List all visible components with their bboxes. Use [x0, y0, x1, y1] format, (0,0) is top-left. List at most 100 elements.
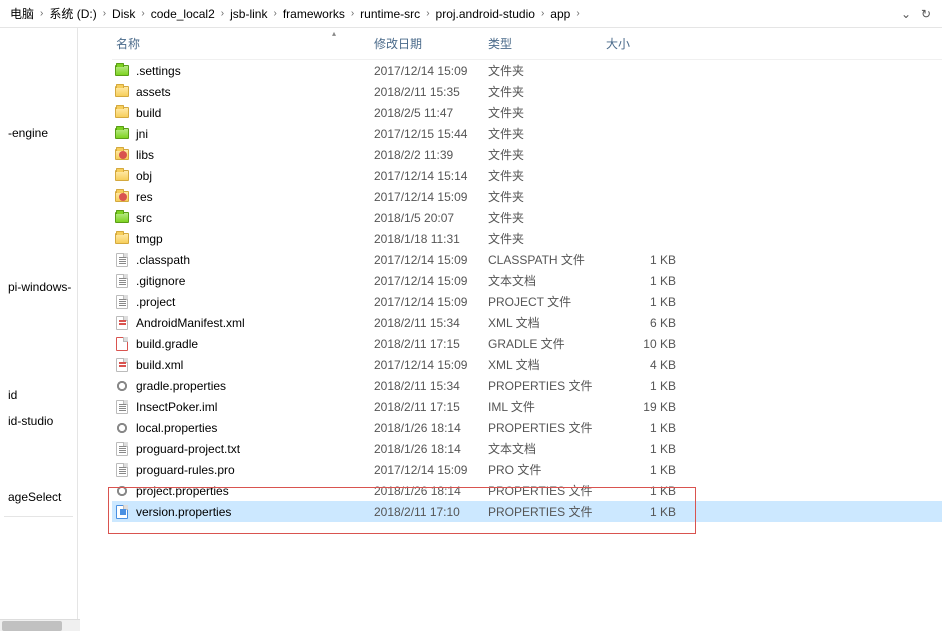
column-size[interactable]: 大小: [606, 35, 686, 52]
breadcrumb-item[interactable]: 系统 (D:): [45, 5, 100, 22]
folder-icon: [112, 84, 132, 100]
sidebar-item[interactable]: id: [0, 382, 77, 408]
column-name-label: 名称: [116, 37, 140, 51]
chevron-right-icon[interactable]: ›: [424, 8, 431, 19]
file-date: 2018/1/18 11:31: [374, 232, 488, 246]
file-name: jni: [136, 127, 374, 141]
file-name: src: [136, 211, 374, 225]
file-date: 2017/12/14 15:09: [374, 64, 488, 78]
file-size: 1 KB: [606, 274, 676, 288]
file-row[interactable]: jni2017/12/15 15:44文件夹: [112, 123, 942, 144]
sidebar-separator: [4, 516, 73, 517]
file-row[interactable]: assets2018/2/11 15:35文件夹: [112, 81, 942, 102]
file-date: 2017/12/14 15:09: [374, 274, 488, 288]
file-date: 2017/12/14 15:09: [374, 358, 488, 372]
file-date: 2017/12/14 15:14: [374, 169, 488, 183]
chevron-right-icon[interactable]: ›: [139, 8, 146, 19]
file-date: 2018/2/5 11:47: [374, 106, 488, 120]
file-row[interactable]: project.properties2018/1/26 18:14PROPERT…: [112, 480, 942, 501]
xml-file-icon: [112, 357, 132, 373]
file-date: 2018/2/11 17:10: [374, 505, 488, 519]
file-size: 1 KB: [606, 253, 676, 267]
sidebar-item[interactable]: pi-windows-: [0, 274, 77, 300]
file-type: PRO 文件: [488, 461, 606, 478]
chevron-right-icon[interactable]: ›: [219, 8, 226, 19]
file-type: 文本文档: [488, 272, 606, 289]
folder-icon: [112, 147, 132, 163]
file-row[interactable]: res2017/12/14 15:09文件夹: [112, 186, 942, 207]
horizontal-scrollbar[interactable]: [0, 619, 80, 631]
file-type: 文件夹: [488, 146, 606, 163]
chevron-right-icon[interactable]: ›: [574, 8, 581, 19]
column-type[interactable]: 类型: [488, 35, 606, 52]
breadcrumb-item[interactable]: proj.android-studio: [432, 7, 539, 21]
file-name: obj: [136, 169, 374, 183]
properties-file-icon: [112, 483, 132, 499]
file-row[interactable]: build.gradle2018/2/11 17:15GRADLE 文件10 K…: [112, 333, 942, 354]
file-row[interactable]: .gitignore2017/12/14 15:09文本文档1 KB: [112, 270, 942, 291]
file-date: 2018/2/11 15:35: [374, 85, 488, 99]
breadcrumb-dropdown-icon[interactable]: ⌄: [896, 7, 916, 21]
file-row[interactable]: gradle.properties2018/2/11 15:34PROPERTI…: [112, 375, 942, 396]
chevron-right-icon[interactable]: ›: [349, 8, 356, 19]
file-type: 文件夹: [488, 104, 606, 121]
file-type: GRADLE 文件: [488, 335, 606, 352]
breadcrumb-item[interactable]: frameworks: [279, 7, 349, 21]
file-list: .settings2017/12/14 15:09文件夹assets2018/2…: [112, 60, 942, 522]
chevron-right-icon[interactable]: ›: [38, 8, 45, 19]
sidebar-item[interactable]: id-studio: [0, 408, 77, 434]
file-type: PROPERTIES 文件: [488, 377, 606, 394]
file-name: tmgp: [136, 232, 374, 246]
text-file-icon: [112, 441, 132, 457]
file-date: 2017/12/14 15:09: [374, 190, 488, 204]
file-row[interactable]: build2018/2/5 11:47文件夹: [112, 102, 942, 123]
sort-indicator-icon: ▴: [332, 29, 336, 38]
chevron-right-icon[interactable]: ›: [539, 8, 546, 19]
breadcrumb-item[interactable]: 电脑: [6, 5, 38, 22]
breadcrumb-item[interactable]: code_local2: [147, 7, 219, 21]
folder-icon: [112, 189, 132, 205]
file-row[interactable]: tmgp2018/1/18 11:31文件夹: [112, 228, 942, 249]
sidebar-item[interactable]: ageSelect: [0, 484, 77, 510]
text-file-icon: [112, 462, 132, 478]
text-file-icon: [112, 294, 132, 310]
breadcrumb-item[interactable]: Disk: [108, 7, 139, 21]
file-row[interactable]: proguard-project.txt2018/1/26 18:14文本文档1…: [112, 438, 942, 459]
file-size: 6 KB: [606, 316, 676, 330]
file-row[interactable]: InsectPoker.iml2018/2/11 17:15IML 文件19 K…: [112, 396, 942, 417]
scrollbar-thumb[interactable]: [2, 621, 62, 631]
file-row[interactable]: proguard-rules.pro2017/12/14 15:09PRO 文件…: [112, 459, 942, 480]
file-date: 2018/2/11 17:15: [374, 400, 488, 414]
breadcrumb-item[interactable]: jsb-link: [226, 7, 271, 21]
file-row[interactable]: AndroidManifest.xml2018/2/11 15:34XML 文档…: [112, 312, 942, 333]
file-row[interactable]: build.xml2017/12/14 15:09XML 文档4 KB: [112, 354, 942, 375]
chevron-right-icon[interactable]: ›: [101, 8, 108, 19]
file-type: 文件夹: [488, 188, 606, 205]
file-name: version.properties: [136, 505, 374, 519]
file-row[interactable]: .classpath2017/12/14 15:09CLASSPATH 文件1 …: [112, 249, 942, 270]
breadcrumb: 电脑›系统 (D:)›Disk›code_local2›jsb-link›fra…: [0, 0, 942, 28]
chevron-right-icon[interactable]: ›: [271, 8, 278, 19]
breadcrumb-item[interactable]: app: [546, 7, 574, 21]
refresh-icon[interactable]: ↻: [916, 7, 936, 21]
file-name: res: [136, 190, 374, 204]
file-size: 1 KB: [606, 295, 676, 309]
file-row[interactable]: version.properties2018/2/11 17:10PROPERT…: [112, 501, 942, 522]
file-type: XML 文档: [488, 356, 606, 373]
column-name[interactable]: 名称 ▴: [112, 35, 374, 52]
file-row[interactable]: libs2018/2/2 11:39文件夹: [112, 144, 942, 165]
file-row[interactable]: src2018/1/5 20:07文件夹: [112, 207, 942, 228]
file-row[interactable]: local.properties2018/1/26 18:14PROPERTIE…: [112, 417, 942, 438]
folder-icon: [112, 63, 132, 79]
file-name: .classpath: [136, 253, 374, 267]
text-file-icon: [112, 273, 132, 289]
file-row[interactable]: obj2017/12/14 15:14文件夹: [112, 165, 942, 186]
file-row[interactable]: .project2017/12/14 15:09PROJECT 文件1 KB: [112, 291, 942, 312]
file-size: 1 KB: [606, 421, 676, 435]
file-type: CLASSPATH 文件: [488, 251, 606, 268]
file-row[interactable]: .settings2017/12/14 15:09文件夹: [112, 60, 942, 81]
sidebar-item[interactable]: -engine: [0, 120, 77, 146]
column-date[interactable]: 修改日期: [374, 35, 488, 52]
file-name: local.properties: [136, 421, 374, 435]
breadcrumb-item[interactable]: runtime-src: [356, 7, 424, 21]
